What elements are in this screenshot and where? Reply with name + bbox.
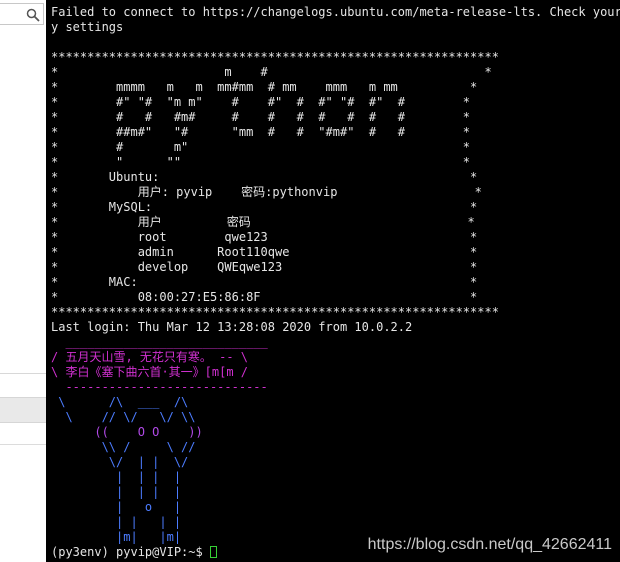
shell-prompt: (py3env) pyvip@VIP:~$ xyxy=(51,545,210,559)
terminal-line: * 用户: pyvip 密码:pythonvip * xyxy=(51,185,482,199)
terminal-line: * develop QWEqwe123 * xyxy=(51,260,478,274)
terminal-line: * Ubuntu: * xyxy=(51,170,478,184)
terminal-line: * 用户 密码 * xyxy=(51,215,475,229)
terminal-line: * " "" * xyxy=(51,155,471,169)
terminal-line: * MAC: * xyxy=(51,275,478,289)
list-item-selected[interactable] xyxy=(0,397,46,423)
terminal-line: y settings xyxy=(51,20,124,34)
terminal-line: * # m" * xyxy=(51,140,471,154)
terminal-line: | | | | xyxy=(51,485,182,499)
terminal-line: ****************************************… xyxy=(51,50,499,64)
terminal-line: * root qwe123 * xyxy=(51,230,478,244)
terminal-line: \\ / \ // xyxy=(51,440,196,454)
text-cursor xyxy=(209,546,217,558)
terminal-output: Failed to connect to https://changelogs.… xyxy=(51,5,620,560)
terminal-line: * m # * xyxy=(51,65,492,79)
terminal-line: ---------------------------- xyxy=(51,380,268,394)
terminal-line: * ##m#" "# "mm # # "#m#" # # * xyxy=(51,125,471,139)
terminal-window[interactable]: Failed to connect to https://changelogs.… xyxy=(46,0,620,562)
terminal-line: ****************************************… xyxy=(51,305,499,319)
terminal-line: * #" "# "m m" # #" # #" "# #" # * xyxy=(51,95,471,109)
search-input[interactable] xyxy=(0,3,44,25)
terminal-line: | | | | xyxy=(51,470,182,484)
search-icon[interactable] xyxy=(26,8,40,22)
terminal-line: | | | | xyxy=(51,515,182,529)
terminal-line: * 08:00:27:E5:86:8F * xyxy=(51,290,478,304)
terminal-line: / 五月天山雪, 无花只有寒。 -- \ xyxy=(51,350,249,364)
terminal-line: | o | xyxy=(51,500,182,514)
watermark-text: https://blog.csdn.net/qq_42662411 xyxy=(367,536,612,553)
terminal-line: ____________________________ xyxy=(51,335,268,349)
screenshot-root: Failed to connect to https://changelogs.… xyxy=(0,0,620,562)
terminal-line: * admin Root110qwe * xyxy=(51,245,478,259)
terminal-line: \/ | | \/ xyxy=(51,455,189,469)
list-divider xyxy=(0,444,46,445)
terminal-line: * # # #m# # # # # # # # * xyxy=(51,110,471,124)
list-divider xyxy=(0,373,46,374)
terminal-line: * mmmm m m mm#mm # mm mmm m mm * xyxy=(51,80,478,94)
background-browser-window xyxy=(0,0,46,562)
terminal-line: \ // \/ \/ \\ xyxy=(51,410,196,424)
terminal-line: * MySQL: * xyxy=(51,200,478,214)
terminal-line: (( O O )) xyxy=(51,425,203,439)
terminal-line: \ 李白《塞下曲六首·其一》[m[m / xyxy=(51,365,249,379)
terminal-line: Last login: Thu Mar 12 13:28:08 2020 fro… xyxy=(51,320,413,334)
terminal-line: Failed to connect to https://changelogs.… xyxy=(51,5,620,19)
terminal-line: \ /\ ___ /\ xyxy=(51,395,189,409)
